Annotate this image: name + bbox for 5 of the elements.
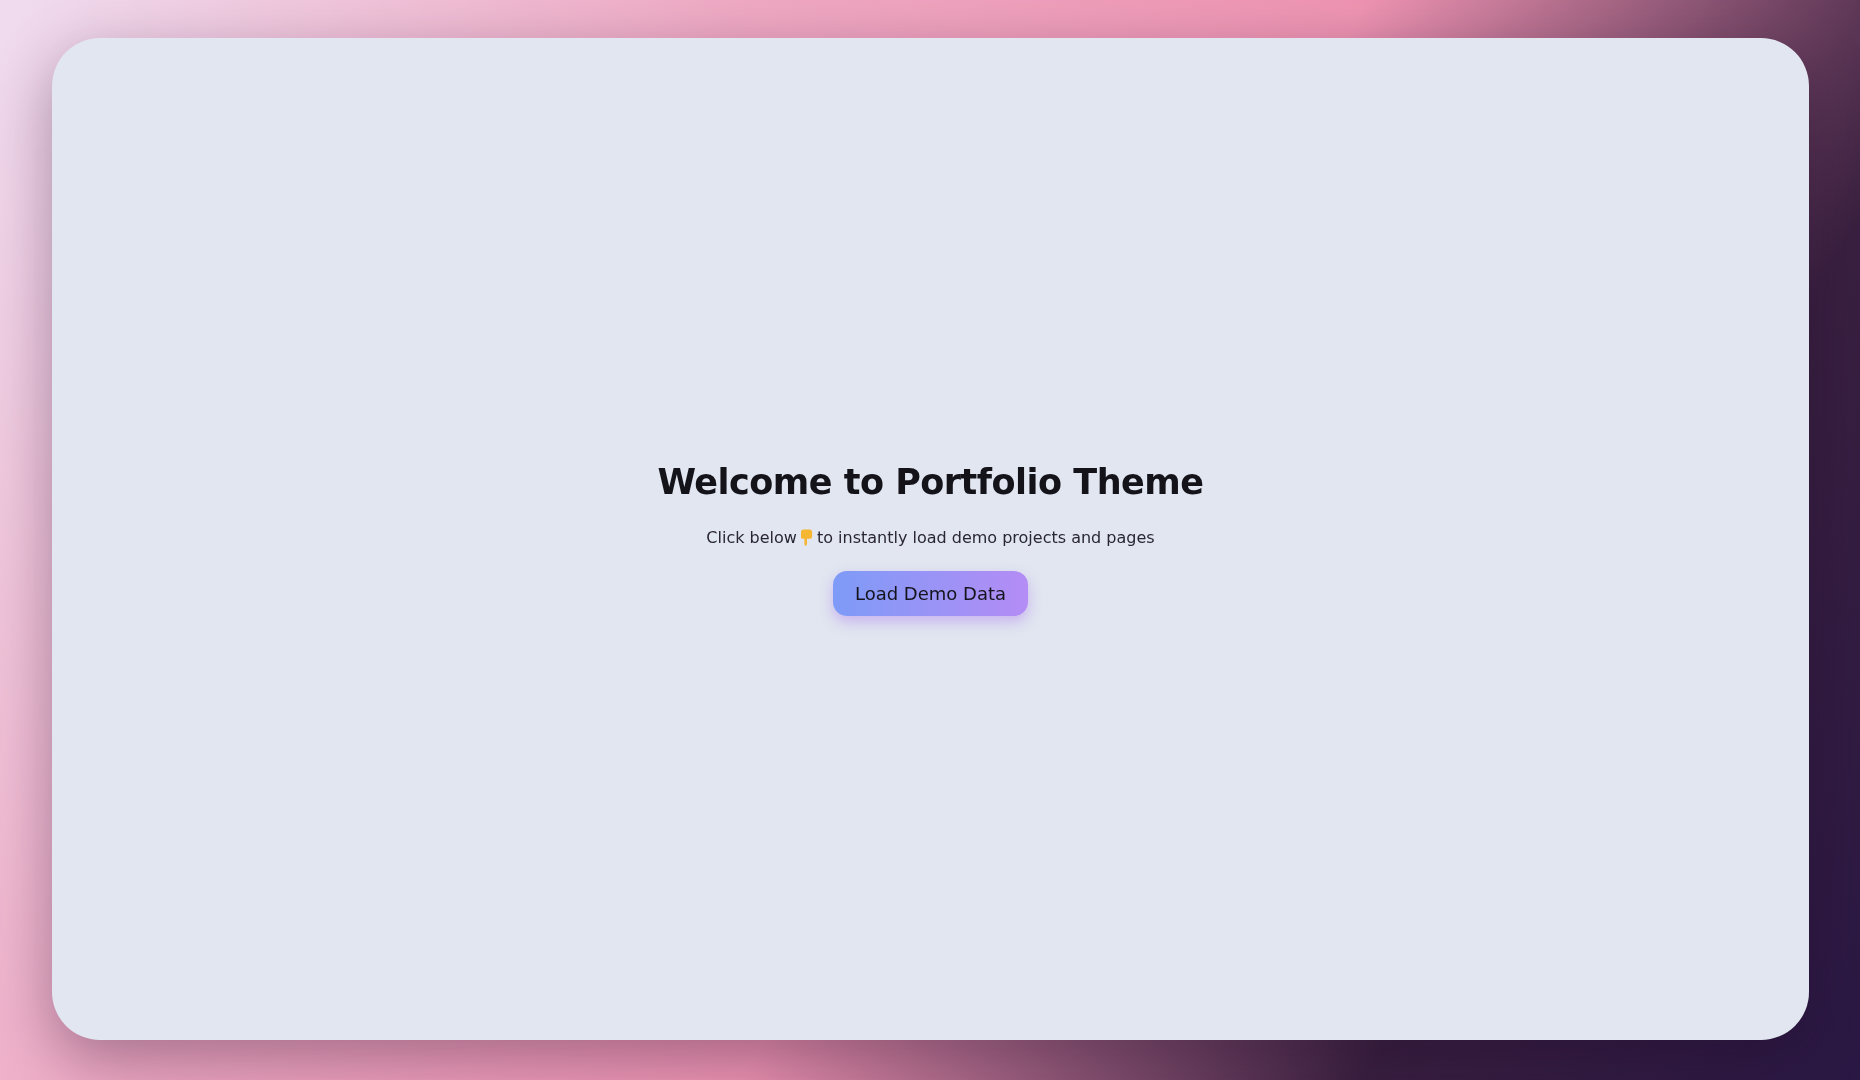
subtitle-text: to instantly load demo projects and pages: [816, 528, 1155, 547]
welcome-heading: Welcome to Portfolio Theme: [657, 462, 1204, 502]
load-demo-data-button[interactable]: Load Demo Data: [832, 571, 1029, 616]
pointing-hand-icon: [800, 528, 813, 547]
subtitle-text: Click below: [706, 528, 797, 547]
